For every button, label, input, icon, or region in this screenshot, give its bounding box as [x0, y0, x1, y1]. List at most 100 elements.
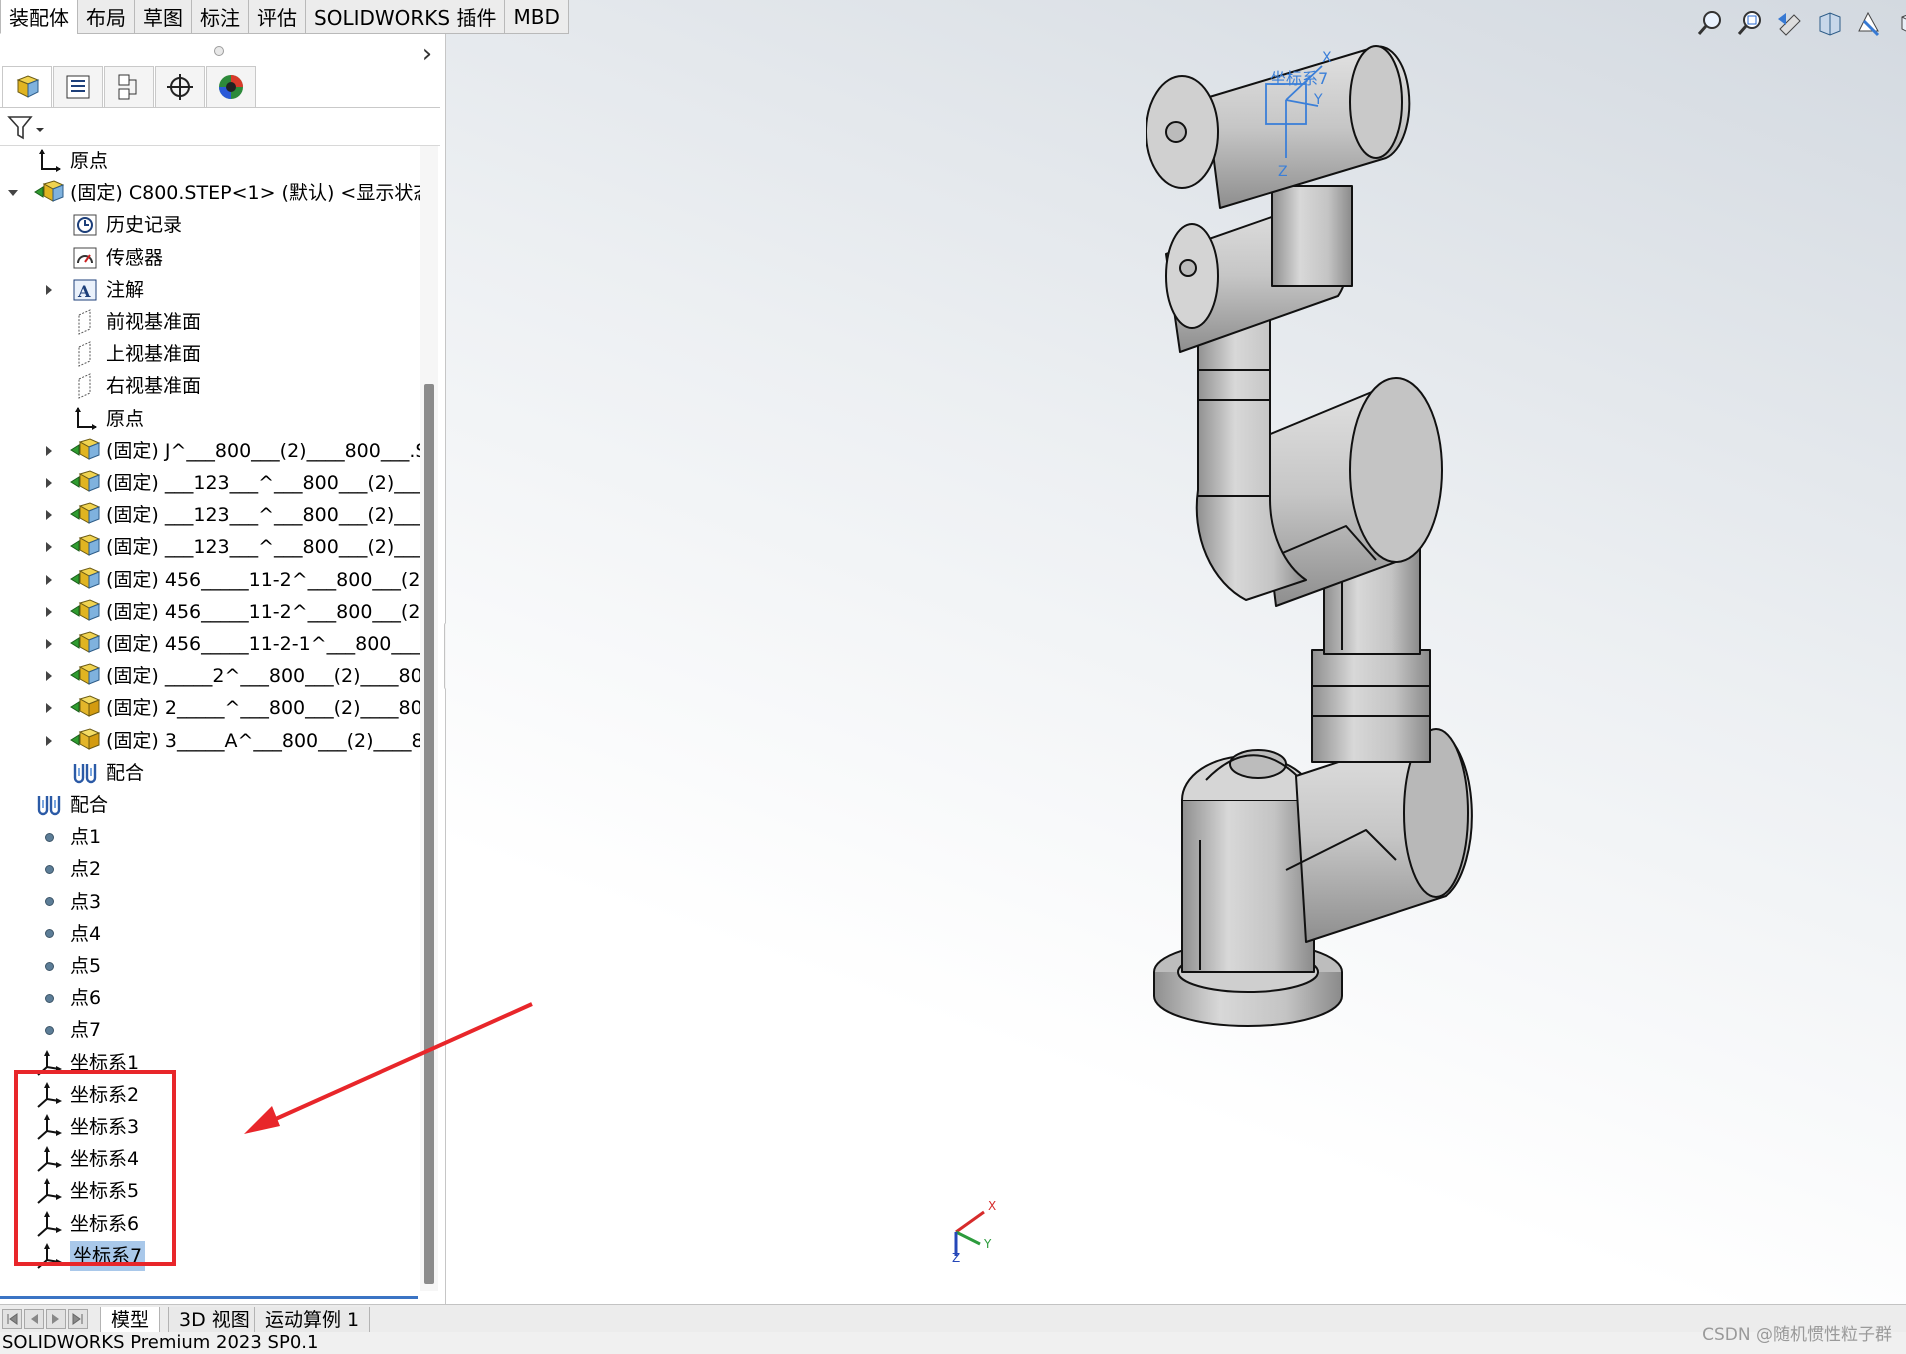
cs-y-label: Y	[1313, 92, 1323, 108]
tree-item[interactable]: (固定) ___123___^___800___(2)___	[0, 468, 420, 498]
tree-item[interactable]: (固定) ___123___^___800___(2)___	[0, 500, 420, 530]
command-tab-5[interactable]: SOLIDWORKS 插件	[305, 0, 506, 34]
tree-item[interactable]: 历史记录	[0, 210, 420, 240]
graphics-area[interactable]: X Y Z 坐标系7 X Y Z	[446, 0, 1906, 1304]
zoom-to-fit-icon[interactable]	[1692, 5, 1728, 41]
display-manager-icon[interactable]	[206, 66, 256, 108]
zoom-area-icon[interactable]	[1732, 5, 1768, 41]
status-text: SOLIDWORKS Premium 2023 SP0.1	[2, 1332, 319, 1353]
tree-item[interactable]: (固定) ___123___^___800___(2)___	[0, 532, 420, 562]
tree-item-label: 点5	[70, 955, 102, 977]
tree-item[interactable]: (固定) _____2^___800___(2)____800	[0, 661, 420, 691]
tree-item-label: (固定) C800.STEP<1> (默认) <显示状态-1>	[70, 182, 420, 205]
caret-down-icon[interactable]	[6, 186, 20, 200]
point-icon	[34, 855, 64, 883]
caret-right-icon[interactable]	[42, 701, 56, 715]
caret-right-icon[interactable]	[42, 508, 56, 522]
filter-icon[interactable]	[6, 114, 46, 142]
first-icon	[7, 1313, 18, 1325]
view-orientation-icon[interactable]	[1892, 5, 1906, 41]
next-tab-button[interactable]	[46, 1309, 66, 1329]
reference-triad[interactable]: X Y Z	[936, 1192, 1006, 1262]
tree-item[interactable]: 右视基准面	[0, 371, 420, 401]
subassembly-icon	[70, 469, 100, 497]
tree-item-label: (固定) ___123___^___800___(2)___	[106, 472, 420, 494]
tree-item[interactable]: (固定) 2_____^___800___(2)____800	[0, 693, 420, 723]
command-tab-2[interactable]: 草图	[134, 0, 192, 34]
cs-x-label: X	[1322, 50, 1332, 66]
dynamic-annotation-icon[interactable]	[1852, 5, 1888, 41]
watermark: CSDN @随机惯性粒子群	[1702, 1325, 1892, 1345]
command-tab-6[interactable]: MBD	[504, 0, 569, 34]
tree-item[interactable]: 前视基准面	[0, 307, 420, 337]
last-icon	[72, 1313, 83, 1325]
tree-item-label: (固定) 2_____^___800___(2)____800	[106, 697, 420, 720]
command-tab-3[interactable]: 标注	[191, 0, 249, 34]
property-manager-icon[interactable]	[53, 66, 103, 108]
point-icon	[34, 920, 64, 948]
bottom-tab-2[interactable]: 运动算例 1	[254, 1307, 371, 1333]
command-tab-1[interactable]: 布局	[77, 0, 135, 34]
tree-item[interactable]: (固定) 456_____11-2-1^___800___(2	[0, 629, 420, 659]
command-tab-0[interactable]: 装配体	[0, 0, 78, 34]
tree-item[interactable]: (固定) 3_____A^___800___(2)____80	[0, 726, 420, 756]
robot-arm-model[interactable]: X Y Z 坐标系7	[1146, 40, 1686, 1040]
tree-item[interactable]: 原点	[0, 146, 420, 176]
tree-vertical-scrollbar[interactable]	[424, 384, 434, 1284]
triad-y-label: Y	[983, 1237, 992, 1251]
first-tab-button[interactable]	[2, 1309, 22, 1329]
tree-item[interactable]: (固定) J^___800___(2)____800___.S	[0, 436, 420, 466]
plane-icon	[70, 308, 100, 336]
subassembly-icon	[70, 662, 100, 690]
configuration-manager-icon[interactable]	[104, 66, 154, 108]
caret-right-icon[interactable]	[42, 573, 56, 587]
caret-right-icon[interactable]	[42, 476, 56, 490]
last-tab-button[interactable]	[68, 1309, 88, 1329]
tree-item-label: 上视基准面	[106, 343, 202, 366]
tree-item-label: 前视基准面	[106, 311, 202, 333]
origin-icon	[34, 147, 64, 175]
tree-item[interactable]: A 注解	[0, 275, 420, 305]
caret-right-icon[interactable]	[42, 669, 56, 683]
dimxpert-icon[interactable]	[155, 66, 205, 108]
caret-right-icon[interactable]	[42, 540, 56, 554]
caret-right-icon[interactable]	[42, 283, 56, 297]
caret-right-icon[interactable]	[42, 605, 56, 619]
caret-right-icon[interactable]	[42, 444, 56, 458]
tree-item[interactable]: (固定) 456_____11-2^___800___(2)_	[0, 597, 420, 627]
tree-item-label: (固定) ___123___^___800___(2)___	[106, 504, 420, 527]
part-icon	[70, 694, 100, 722]
tree-item[interactable]: 上视基准面	[0, 339, 420, 369]
bottom-tab-bar: 模型 3D 视图 运动算例 1	[0, 1304, 1906, 1333]
section-view-icon[interactable]	[1812, 5, 1848, 41]
feature-manager-icon[interactable]	[2, 66, 52, 108]
tree-item[interactable]: 原点	[0, 404, 420, 434]
prev-tab-button[interactable]	[24, 1309, 44, 1329]
tree-item[interactable]: 点5	[0, 951, 420, 981]
manager-tabs	[0, 66, 440, 108]
tree-item-label: (固定) 456_____11-2-1^___800___(2	[106, 633, 420, 655]
command-tab-4[interactable]: 评估	[248, 0, 306, 34]
previous-view-icon[interactable]	[1772, 5, 1808, 41]
tree-item[interactable]: (固定) 456_____11-2^___800___(2)_	[0, 565, 420, 595]
chevron-right-icon[interactable]: ›	[416, 38, 438, 70]
point-icon	[34, 1016, 64, 1044]
tree-item[interactable]: 传感器	[0, 243, 420, 273]
panel-grip[interactable]	[214, 46, 224, 56]
tree-item-label: 点4	[70, 922, 102, 945]
bottom-tab-1[interactable]: 3D 视图	[168, 1307, 261, 1333]
svg-text:A: A	[77, 282, 91, 301]
point-icon	[34, 823, 64, 851]
caret-right-icon[interactable]	[42, 734, 56, 748]
tree-item[interactable]: 点2	[0, 854, 420, 884]
tree-item[interactable]: 点4	[0, 919, 420, 949]
tree-item[interactable]: 点1	[0, 822, 420, 852]
tree-item[interactable]: (固定) C800.STEP<1> (默认) <显示状态-1>	[0, 178, 420, 208]
tree-item[interactable]: 配合	[0, 758, 420, 788]
caret-right-icon[interactable]	[42, 637, 56, 651]
bottom-tab-0[interactable]: 模型	[100, 1307, 161, 1333]
rollback-bar[interactable]	[0, 1296, 418, 1299]
tree-item[interactable]: 点3	[0, 887, 420, 917]
tree-item[interactable]: 配合	[0, 790, 420, 820]
tree-item-label: (固定) 456_____11-2^___800___(2)_	[106, 568, 420, 591]
